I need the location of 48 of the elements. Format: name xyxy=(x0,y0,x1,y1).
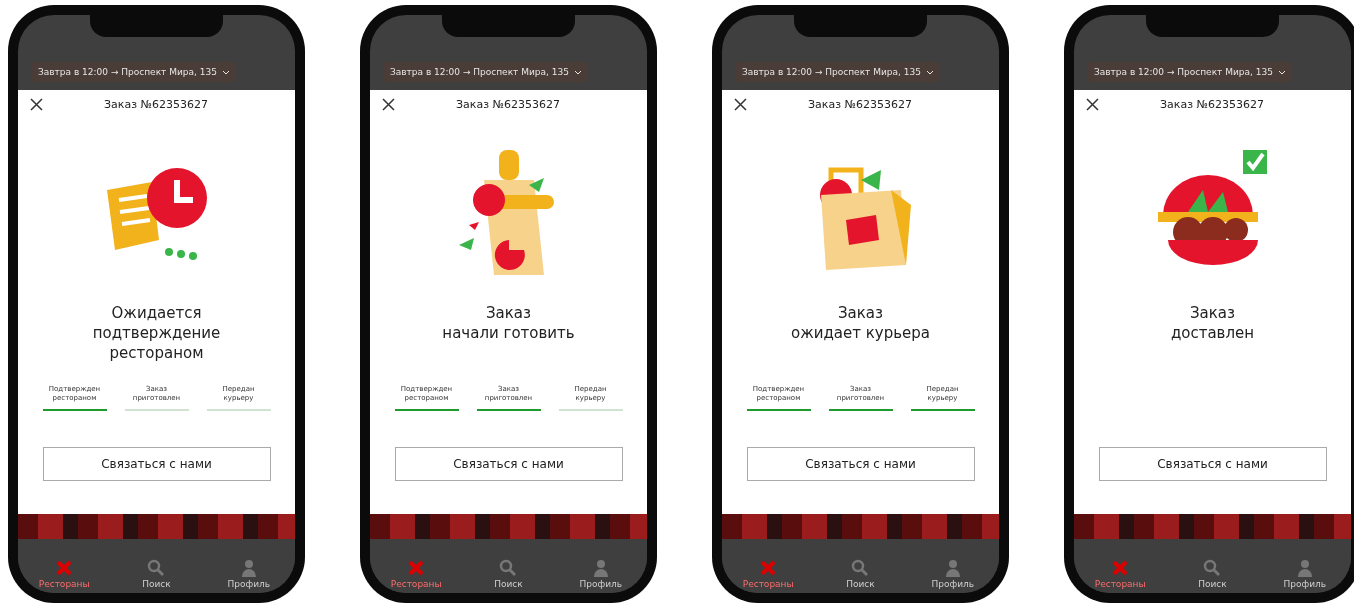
close-icon[interactable] xyxy=(734,98,747,112)
cross-icon xyxy=(1111,559,1130,577)
chevron-down-icon xyxy=(1277,69,1286,75)
order-title: Заказ №62353627 xyxy=(807,98,913,112)
chevron-down-icon xyxy=(925,69,934,75)
cross-icon xyxy=(407,559,426,577)
search-icon xyxy=(147,559,166,577)
tab-bar-item[interactable]: Профиль xyxy=(906,559,999,593)
tab-bar-item[interactable]: Поиск xyxy=(1166,559,1259,593)
tab-bar-item[interactable]: Профиль xyxy=(202,559,295,593)
order-status-message: Ожидается подтверждение рестораном xyxy=(92,303,221,365)
order-title: Заказ №62353627 xyxy=(455,98,561,112)
search-icon xyxy=(1203,559,1222,577)
contact-us-button[interactable]: Связаться с нами xyxy=(746,447,975,482)
tab-bar-item[interactable]: Поиск xyxy=(462,559,555,593)
delivery-address-bar[interactable]: Завтра в 12:00 → Проспект Мира, 135 xyxy=(384,62,588,83)
person-icon xyxy=(591,559,610,577)
order-status-message: Заказ ожидает курьера xyxy=(791,303,930,345)
tab-bar-item[interactable]: Рестораны xyxy=(18,559,111,593)
delivery-address-bar[interactable]: Завтра в 12:00 → Проспект Мира, 135 xyxy=(32,62,236,83)
contact-us-button[interactable]: Связаться с нами xyxy=(42,447,271,482)
close-icon[interactable] xyxy=(1086,98,1099,112)
search-icon xyxy=(851,559,870,577)
cross-icon xyxy=(55,559,74,577)
tab-bar-item[interactable]: Рестораны xyxy=(1074,559,1167,593)
contact-us-button[interactable]: Связаться с нами xyxy=(1098,447,1327,482)
order-title: Заказ №62353627 xyxy=(1159,98,1265,112)
search-icon xyxy=(499,559,518,577)
tab-bar-item[interactable]: Поиск xyxy=(814,559,907,593)
order-status-message: Заказ начали готовить xyxy=(442,303,575,345)
person-icon xyxy=(943,559,962,577)
tab-bar-item[interactable]: Рестораны xyxy=(370,559,463,593)
person-icon xyxy=(239,559,258,577)
cross-icon xyxy=(759,559,778,577)
tab-bar-item[interactable]: Рестораны xyxy=(722,559,815,593)
tab-bar-item[interactable]: Поиск xyxy=(110,559,203,593)
order-status-message: Заказ доставлен xyxy=(1170,303,1255,345)
tab-bar-item[interactable]: Профиль xyxy=(554,559,647,593)
close-icon[interactable] xyxy=(382,98,395,112)
chevron-down-icon xyxy=(573,69,582,75)
person-icon xyxy=(1295,559,1314,577)
delivery-address-bar[interactable]: Завтра в 12:00 → Проспект Мира, 135 xyxy=(1088,62,1292,83)
contact-us-button[interactable]: Связаться с нами xyxy=(394,447,623,482)
close-icon[interactable] xyxy=(30,98,43,112)
tab-bar-item[interactable]: Профиль xyxy=(1258,559,1351,593)
delivery-address-bar[interactable]: Завтра в 12:00 → Проспект Мира, 135 xyxy=(736,62,940,83)
order-title: Заказ №62353627 xyxy=(103,98,209,112)
chevron-down-icon xyxy=(221,69,230,75)
